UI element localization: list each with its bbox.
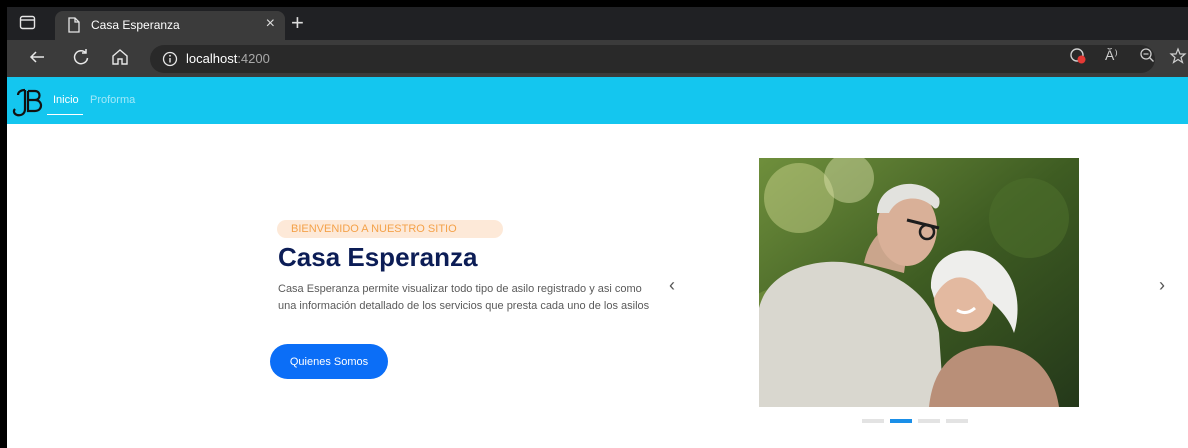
url-host: localhost [186, 51, 238, 66]
refresh-icon[interactable] [71, 47, 93, 69]
home-icon[interactable] [110, 47, 132, 69]
carousel-indicator-4[interactable] [946, 419, 968, 423]
carousel-next-icon[interactable]: › [1159, 275, 1165, 296]
nav-link-proforma[interactable]: Proforma [90, 94, 135, 106]
hero-title: Casa Esperanza [278, 242, 478, 272]
url-port: :4200 [237, 51, 270, 66]
read-aloud-icon[interactable]: Ă⁾ [1105, 47, 1118, 64]
browser-window: Casa Esperanza × + localhost:4200 Ă⁾ In… [7, 7, 1188, 448]
address-bar[interactable]: localhost:4200 [150, 45, 1155, 73]
hero-description: Casa Esperanza permite visualizar todo t… [278, 283, 650, 312]
zoom-icon[interactable] [1139, 47, 1155, 66]
carousel-indicator-3[interactable] [918, 419, 940, 423]
nav-link-inicio[interactable]: Inicio [53, 94, 79, 106]
quienes-somos-button[interactable]: Quienes Somos [270, 344, 388, 379]
welcome-badge: BIENVENIDO A NUESTRO SITIO [277, 220, 503, 238]
carousel-indicator-2[interactable] [890, 419, 912, 423]
extension-icon[interactable] [1069, 47, 1087, 68]
jb-logo[interactable] [11, 87, 45, 122]
app-navbar: Inicio Proforma [7, 77, 1188, 124]
favorite-star-icon[interactable] [1169, 47, 1187, 68]
browser-toolbar: localhost:4200 Ă⁾ [7, 40, 1188, 77]
active-nav-indicator [47, 114, 83, 115]
carousel-prev-icon[interactable]: ‹ [669, 275, 675, 296]
back-arrow-icon[interactable] [27, 47, 49, 69]
tab-strip: Casa Esperanza × + [7, 7, 1188, 40]
url-text: localhost:4200 [186, 51, 270, 66]
tab-actions-icon[interactable] [19, 15, 37, 31]
new-tab-button[interactable]: + [291, 9, 304, 37]
browser-tab[interactable]: Casa Esperanza × [55, 11, 285, 40]
page-icon [67, 17, 81, 38]
info-icon[interactable] [162, 51, 178, 72]
carousel-image [759, 158, 1079, 407]
carousel-indicator-1[interactable] [862, 419, 884, 423]
tab-title: Casa Esperanza [91, 18, 180, 32]
tab-close-icon[interactable]: × [266, 15, 275, 33]
